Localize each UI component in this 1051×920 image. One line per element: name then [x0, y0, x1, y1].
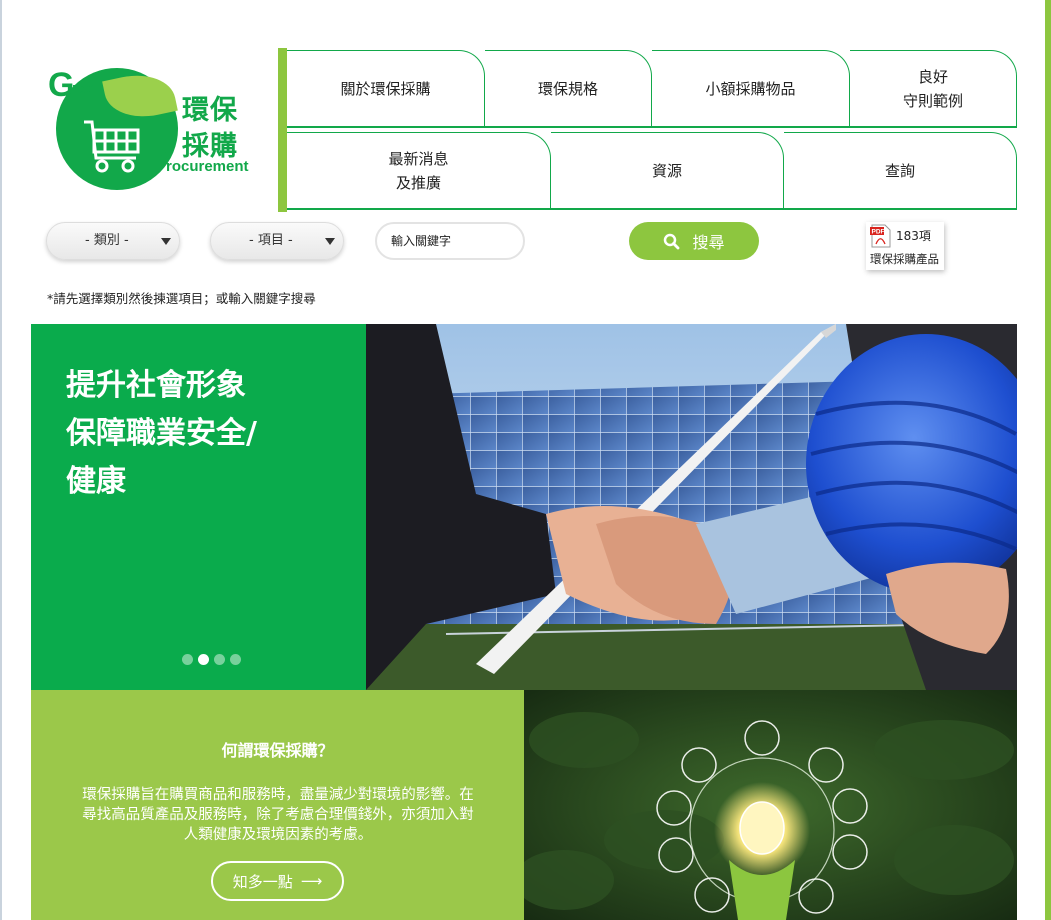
nav-accent-bar [278, 48, 287, 212]
info-body: 環保採購旨在購買商品和服務時，盡量減少對環境的影響。在尋找高品質產品及服務時，除… [82, 787, 474, 843]
carousel-dot[interactable] [214, 654, 225, 665]
pdf-product-count: 183項 [896, 229, 931, 243]
nav-tab-label: 小額採購物品 [705, 79, 796, 98]
nav-tab-label-line1: 良好 [917, 67, 948, 86]
banner-heading-line1: 提升社會形象 [66, 368, 246, 403]
nav-tab-label: 資源 [651, 161, 682, 180]
banner-heading-line2: 保障職業安全/ [66, 416, 257, 451]
carousel-dots [182, 654, 241, 665]
chevron-down-icon [325, 238, 335, 245]
svg-text:PDF: PDF [872, 229, 885, 236]
item-select[interactable]: - 項目 - [210, 222, 344, 260]
carousel-dot[interactable] [182, 654, 193, 665]
page-left-border [0, 0, 2, 920]
nav-tab-label-line2: 守則範例 [902, 91, 963, 110]
nav-tab-good-practice[interactable]: 良好 守則範例 [850, 50, 1017, 128]
info-title: 何謂環保採購？ [221, 741, 334, 760]
nav-tab-label-line1: 最新消息 [388, 149, 449, 168]
banner-heading-line3: 健康 [66, 464, 126, 499]
item-select-value: - 項目 - [249, 233, 293, 248]
search-button-label: 搜尋 [692, 233, 725, 252]
learn-more-label: 知多一點 [232, 872, 293, 891]
logo-chinese-line1: 環保 [182, 95, 238, 126]
nav-tab-label: 環保規格 [537, 79, 598, 98]
category-select[interactable]: - 類別 - [46, 222, 180, 260]
logo-word-green: reen [72, 80, 104, 97]
keyword-search-input[interactable] [375, 222, 525, 260]
pdf-product-label: 環保採購產品 [870, 252, 939, 266]
banner-heading: 提升社會形象 保障職業安全/ 健康 [66, 362, 346, 506]
handshake-solar-panel-image [366, 324, 1017, 690]
nav-tab-label: 關於環保採購 [340, 79, 431, 98]
product-list-pdf-link[interactable]: PDF 183項 環保採購產品 [866, 222, 944, 270]
nav-tab-resources[interactable]: 資源 [551, 132, 784, 210]
category-select-value: - 類別 - [85, 233, 129, 248]
pdf-icon: PDF [870, 224, 891, 248]
search-button[interactable]: 搜尋 [629, 222, 759, 260]
nav-tab-about[interactable]: 關於環保採購 [287, 50, 485, 128]
page-right-border [1045, 0, 1051, 920]
nav-tab-specifications[interactable]: 環保規格 [485, 50, 652, 128]
nav-tab-label: 查詢 [884, 161, 915, 180]
logo-letter-g: G [48, 66, 75, 104]
carousel-dot[interactable] [230, 654, 241, 665]
search-hint-text: *請先選擇類別然後揀選項目；或輸入關鍵字搜尋 [47, 291, 316, 306]
arrow-right-icon: ⟶ [300, 872, 323, 890]
search-icon [664, 233, 680, 249]
lightbulb-eco-icons-image [524, 690, 1017, 920]
nav-tab-label-line2: 及推廣 [395, 173, 441, 192]
green-procurement-logo[interactable]: G reen P rocurement 環保 採購 [48, 66, 268, 192]
nav-tab-news[interactable]: 最新消息 及推廣 [287, 132, 551, 210]
carousel-dot-active[interactable] [198, 654, 209, 665]
nav-tab-enquiry[interactable]: 查詢 [784, 132, 1017, 210]
nav-tab-low-value-items[interactable]: 小額採購物品 [652, 50, 850, 128]
learn-more-button[interactable]: 知多一點 ⟶ [211, 861, 344, 901]
logo-letter-p: P [146, 142, 168, 178]
logo-chinese-line2: 採購 [182, 131, 238, 162]
shopping-cart-icon [84, 120, 140, 173]
chevron-down-icon [161, 238, 171, 245]
